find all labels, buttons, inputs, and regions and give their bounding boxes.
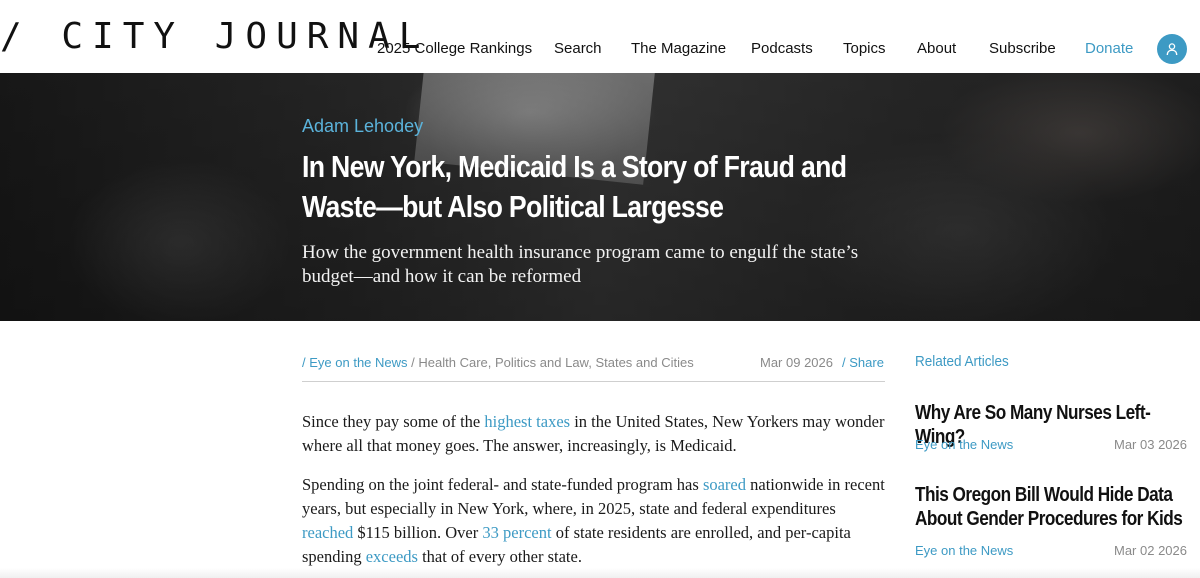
text-span: that of every other state. <box>417 547 582 566</box>
text-span: Spending on the joint federal- and state… <box>302 475 703 494</box>
related-article-date: Mar 03 2026 <box>1114 437 1187 452</box>
nav-donate[interactable]: Donate <box>1085 40 1133 57</box>
share-label: Share <box>849 355 884 370</box>
account-button[interactable] <box>1157 34 1187 64</box>
link-33-percent[interactable]: 33 percent <box>482 523 551 542</box>
related-article-meta: Eye on the News Mar 03 2026 <box>915 437 1187 452</box>
link-soared[interactable]: soared <box>703 475 746 494</box>
nav-about[interactable]: About <box>917 40 956 57</box>
text-span: $115 billion. Over <box>353 523 483 542</box>
nav-subscribe[interactable]: Subscribe <box>989 40 1056 57</box>
related-article-category[interactable]: Eye on the News <box>915 437 1013 452</box>
paragraph-1: Since they pay some of the highest taxes… <box>302 410 887 458</box>
related-article-title[interactable]: This Oregon Bill Would Hide Data About G… <box>915 483 1190 531</box>
site-logo[interactable]: / CITY JOURNAL <box>0 14 429 58</box>
nav-topics[interactable]: Topics <box>843 40 886 57</box>
article-tags[interactable]: Health Care, Politics and Law, States an… <box>418 355 693 370</box>
related-article[interactable]: Why Are So Many Nurses Left-Wing? Eye on… <box>915 401 1195 452</box>
article-body: Since they pay some of the highest taxes… <box>302 410 887 578</box>
site-header: / CITY JOURNAL 2025 College Rankings Sea… <box>0 0 1200 73</box>
share-button[interactable]: / Share <box>842 355 884 370</box>
hero-banner: Adam Lehodey In New York, Medicaid Is a … <box>0 73 1200 321</box>
article-date: Mar 09 2026 <box>760 355 833 370</box>
link-exceeds[interactable]: exceeds <box>366 547 418 566</box>
link-reached[interactable]: reached <box>302 523 353 542</box>
share-slash: / <box>842 355 846 370</box>
article-dek: How the government health insurance prog… <box>302 242 859 287</box>
related-article-meta: Eye on the News Mar 02 2026 <box>915 543 1187 558</box>
article-author[interactable]: Adam Lehodey <box>302 116 423 137</box>
nav-search[interactable]: Search <box>554 40 602 57</box>
user-icon <box>1165 42 1179 56</box>
article-meta: / Eye on the News / Health Care, Politic… <box>302 352 885 382</box>
related-article[interactable]: This Oregon Bill Would Hide Data About G… <box>915 483 1195 558</box>
related-articles-heading: Related Articles <box>915 353 1009 370</box>
meta-slash: / <box>302 355 306 370</box>
article-headline: In New York, Medicaid Is a Story of Frau… <box>302 149 847 224</box>
meta-divider: / <box>411 355 415 370</box>
article-category-link[interactable]: Eye on the News <box>309 355 407 370</box>
text-span: Since they pay some of the <box>302 412 485 431</box>
related-article-category[interactable]: Eye on the News <box>915 543 1013 558</box>
nav-the-magazine[interactable]: The Magazine <box>631 40 726 57</box>
link-highest-taxes[interactable]: highest taxes <box>484 412 570 431</box>
nav-podcasts[interactable]: Podcasts <box>751 40 813 57</box>
nav-college-rankings[interactable]: 2025 College Rankings <box>377 40 532 57</box>
related-articles-sidebar: Related Articles Why Are So Many Nurses … <box>915 353 1195 558</box>
paragraph-2: Spending on the joint federal- and state… <box>302 473 887 569</box>
related-article-date: Mar 02 2026 <box>1114 543 1187 558</box>
